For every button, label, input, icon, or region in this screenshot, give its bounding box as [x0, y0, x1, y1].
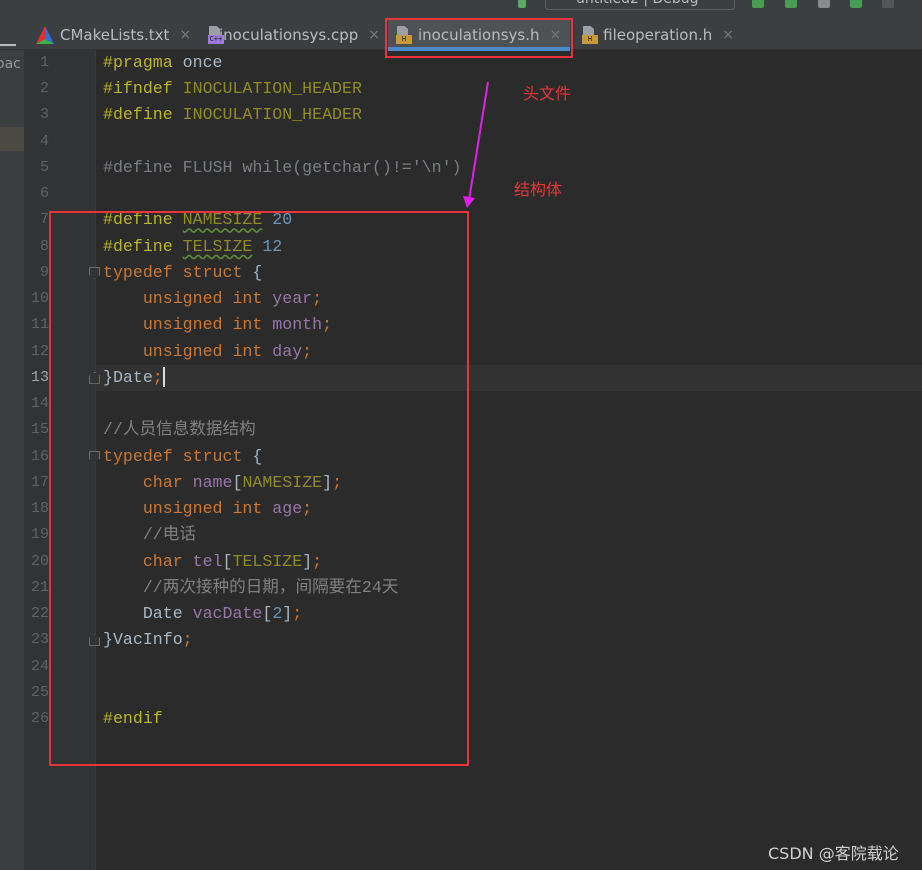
watermark: CSDN @客院载论 — [768, 844, 899, 863]
annotation-arrow — [463, 81, 489, 208]
arrow-head — [463, 196, 475, 208]
struct-label: 结构体 — [514, 180, 563, 199]
header-file-label: 头文件 — [523, 84, 572, 103]
arrow-shaft — [468, 81, 489, 201]
